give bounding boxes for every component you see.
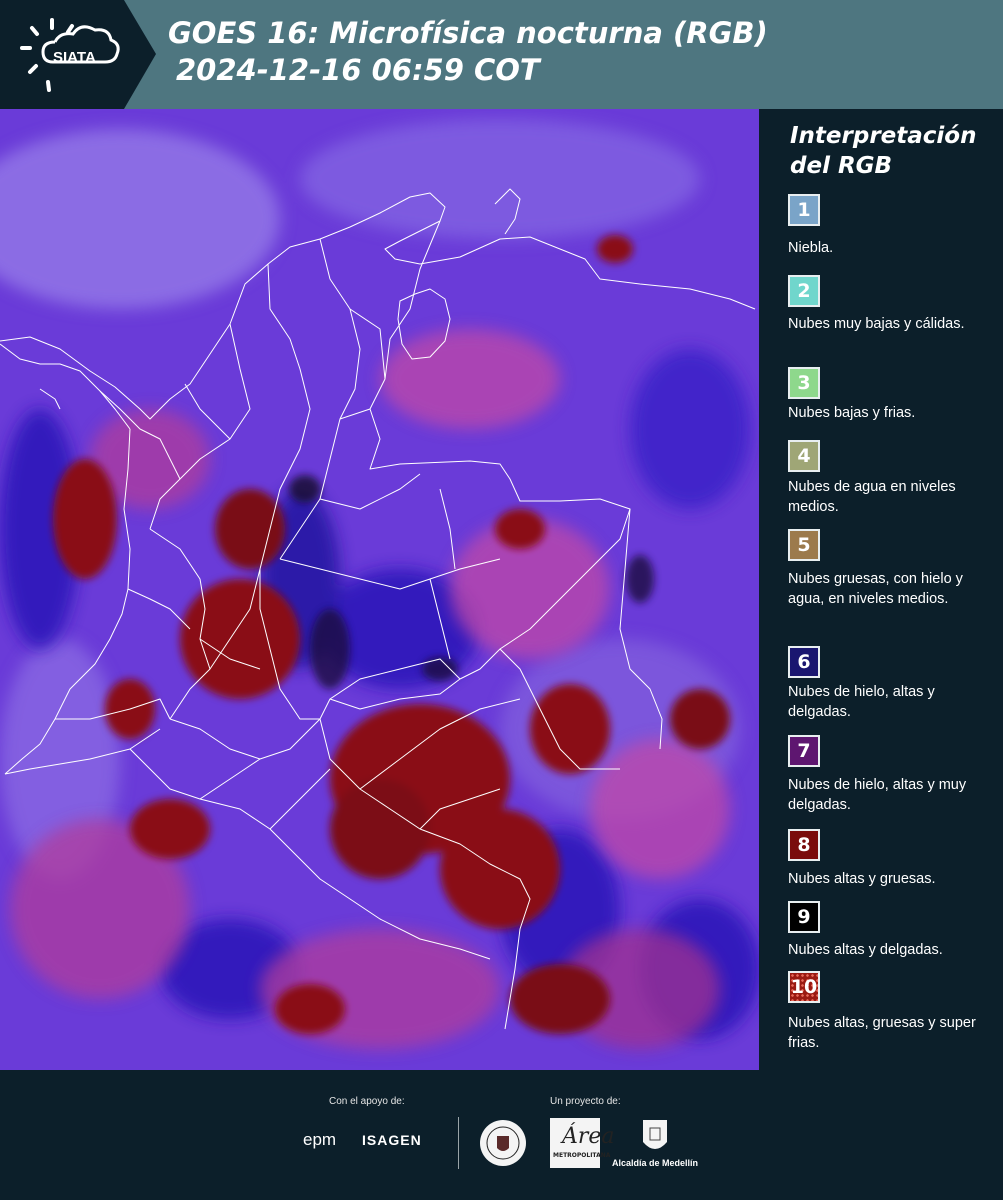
page-timestamp: 2024-12-16 06:59 COT [176,53,540,87]
legend-desc-2: Nubes muy bajas y cálidas. [788,316,965,332]
header-bar: SIATA GOES 16: Microfísica nocturna (RGB… [0,0,1003,109]
satellite-map[interactable] [0,109,759,1070]
siata-brand: SIATA [53,49,96,66]
legend-swatch-4: 4 [788,440,820,472]
legend-desc-4: Nubes de agua en niveles medios. [788,479,956,515]
legend-swatch-9: 9 [788,901,820,933]
legend-desc-10: Nubes altas, gruesas y super frias. [788,1015,976,1051]
isagen-logo: ISAGEN [362,1132,422,1148]
legend-desc-7: Nubes de hielo, altas y muy delgadas. [788,777,967,813]
page-title: GOES 16: Microfísica nocturna (RGB) [168,16,768,50]
legend-swatch-5: 5 [788,529,820,561]
siata-logo: SIATA [0,0,156,109]
footer: Con el apoyo de: epm ISAGEN Un proyecto … [0,1070,1003,1200]
legend-panel: Interpretación del RGB 1 Niebla. 2 Nubes mu… [776,109,1003,1070]
legend-swatch-2: 2 [788,275,820,307]
medellin-shield-icon [643,1120,667,1149]
support-label: Con el apoyo de: [329,1096,405,1107]
legend-desc-3: Nubes bajas y frias. [788,405,916,421]
legend-swatch-8: 8 [788,829,820,861]
legend-swatch-6: 6 [788,646,820,678]
legend-desc-6: Nubes de hielo, altas y delgadas. [788,684,935,720]
legend-title: Interpretación del RGB [790,123,977,179]
legend-desc-1: Niebla. [788,240,834,256]
legend-swatch-10: 10 [788,971,820,1003]
project-label: Un proyecto de: [550,1096,621,1107]
legend-swatch-3: 3 [788,367,820,399]
university-seal-icon [480,1120,526,1166]
epm-logo: epm [303,1130,337,1149]
legend-desc-5: Nubes gruesas, con hielo y agua, en nive… [788,571,963,607]
medellin-label: Alcaldía de Medellín [612,1158,699,1168]
legend-desc-8: Nubes altas y gruesas. [788,871,936,887]
legend-swatch-7: 7 [788,735,820,767]
footer-divider [458,1117,459,1169]
legend-swatch-1: 1 [788,194,820,226]
area-metropolitana-logo: Área METROPOLITANA [550,1118,615,1168]
legend-desc-9: Nubes altas y delgadas. [788,942,943,958]
